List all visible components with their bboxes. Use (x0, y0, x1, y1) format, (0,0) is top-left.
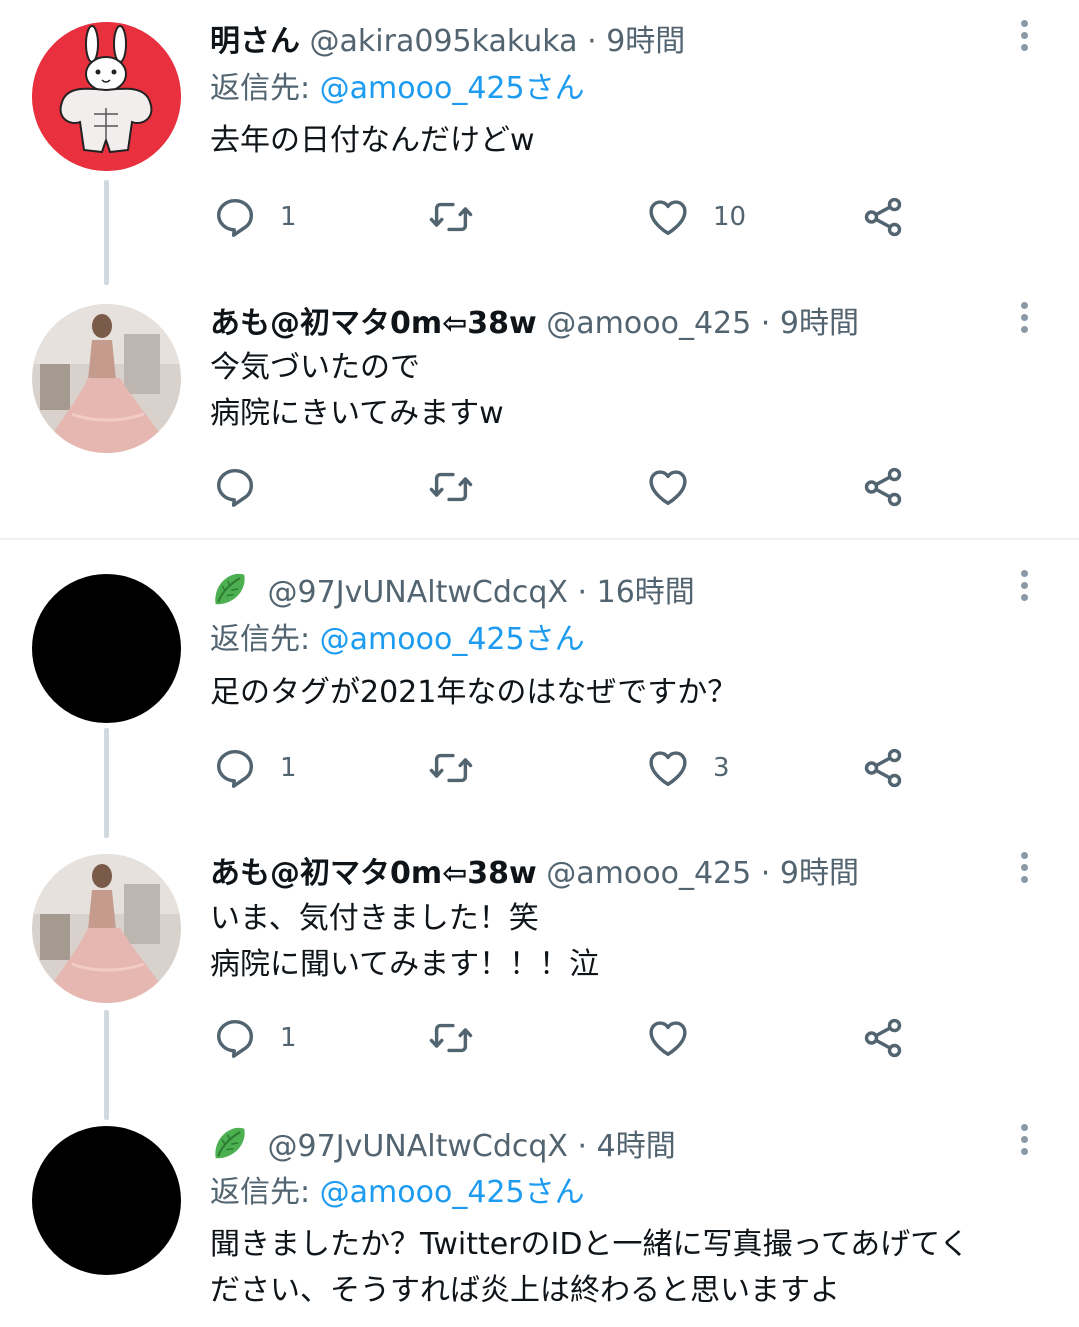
more-icon[interactable] (1016, 302, 1032, 342)
more-icon[interactable] (1016, 570, 1032, 610)
timestamp[interactable]: 9時間 (780, 856, 859, 891)
like-icon (645, 745, 691, 791)
reply-to-line: 返信先: @amooo_425さん (210, 618, 585, 662)
separator-dot: · (760, 306, 771, 341)
separator-dot: · (577, 575, 588, 610)
reply-mention-link[interactable]: @amooo_425さん (320, 71, 585, 106)
like-button[interactable]: 3 (645, 743, 730, 793)
display-name[interactable]: あも@初マタ0m⇦38w (210, 306, 537, 341)
user-handle[interactable]: @97JvUNAltwCdcqX (268, 575, 568, 610)
reply-icon (212, 745, 258, 791)
timestamp[interactable]: 9時間 (780, 306, 859, 341)
share-icon (860, 1015, 906, 1061)
timestamp[interactable]: 4時間 (597, 1129, 676, 1164)
more-icon[interactable] (1016, 1124, 1032, 1164)
user-handle[interactable]: @akira095kakuka (310, 24, 578, 59)
reply-count: 1 (280, 1023, 297, 1053)
reply-mention-link[interactable]: @amooo_425さん (320, 622, 585, 657)
retweet-button[interactable] (428, 1013, 474, 1063)
reply-count: 1 (280, 753, 297, 783)
retweet-button[interactable] (428, 192, 474, 242)
action-bar: 1 (0, 1013, 1079, 1063)
tweet-header: あも@初マタ0m⇦38w @amooo_425 · 9時間 (210, 302, 859, 346)
user-handle[interactable]: @amooo_425 (546, 306, 751, 341)
like-button[interactable]: 10 (645, 192, 746, 242)
share-button[interactable] (860, 1013, 906, 1063)
like-icon (645, 194, 691, 240)
tweet-header: 明さん @akira095kakuka · 9時間 (210, 20, 685, 64)
reply-mention-link[interactable]: @amooo_425さん (320, 1175, 585, 1210)
like-icon (645, 1015, 691, 1061)
timestamp[interactable]: 9時間 (606, 24, 685, 59)
separator-dot: · (587, 24, 597, 59)
separator-dot: · (760, 856, 771, 891)
tweet-header: @97JvUNAltwCdcqX · 16時間 (210, 570, 695, 614)
tweet-header: あも@初マタ0m⇦38w @amooo_425 · 9時間 (210, 852, 859, 896)
conversation-divider (0, 538, 1079, 540)
display-name[interactable]: あも@初マタ0m⇦38w (210, 856, 537, 891)
share-button[interactable] (860, 462, 906, 512)
avatar-black[interactable] (32, 574, 181, 723)
avatar-rabbit[interactable] (32, 22, 181, 171)
reply-prefix: 返信先: (210, 622, 320, 657)
reply-button[interactable]: 1 (212, 1013, 297, 1063)
reply-button[interactable]: 1 (212, 743, 297, 793)
timestamp[interactable]: 16時間 (597, 575, 695, 610)
action-bar: 1 10 (0, 192, 1079, 242)
avatar-dress-photo[interactable] (32, 854, 181, 1003)
leafy-green-emoji (210, 570, 248, 608)
tweet-text: 足のタグが2021年なのはなぜですか？ (210, 675, 738, 710)
like-count: 3 (713, 753, 730, 783)
action-bar: 1 3 (0, 743, 1079, 793)
share-icon (860, 194, 906, 240)
retweet-icon (428, 194, 474, 240)
tweet-header: @97JvUNAltwCdcqX · 4時間 (210, 1124, 676, 1168)
tweet-text: 聞きましたか？TwitterのIDと一緒に写真撮ってあげてく ださい、そうすれば… (210, 1227, 970, 1308)
share-button[interactable] (860, 743, 906, 793)
share-icon (860, 464, 906, 510)
retweet-icon (428, 464, 474, 510)
reply-count: 1 (280, 202, 297, 232)
action-bar (0, 462, 1079, 512)
reply-prefix: 返信先: (210, 71, 320, 106)
more-icon[interactable] (1016, 20, 1032, 60)
reply-icon (212, 194, 258, 240)
tweet-text: いま、気付きました！笑 病院に聞いてみます！！！泣 (210, 901, 600, 982)
reply-icon (212, 464, 258, 510)
reply-to-line: 返信先: @amooo_425さん (210, 1171, 585, 1215)
user-handle[interactable]: @97JvUNAltwCdcqX (268, 1129, 568, 1164)
like-button[interactable] (645, 1013, 691, 1063)
reply-button[interactable] (212, 462, 258, 512)
display-name[interactable]: 明さん (210, 24, 300, 59)
more-icon[interactable] (1016, 852, 1032, 892)
avatar-dress-photo[interactable] (32, 304, 181, 453)
retweet-icon (428, 745, 474, 791)
reply-prefix: 返信先: (210, 1175, 320, 1210)
like-button[interactable] (645, 462, 691, 512)
tweet-text: 今気づいたので 病院にきいてみますw (210, 350, 504, 431)
reply-icon (212, 1015, 258, 1061)
retweet-button[interactable] (428, 462, 474, 512)
retweet-button[interactable] (428, 743, 474, 793)
user-handle[interactable]: @amooo_425 (546, 856, 751, 891)
separator-dot: · (577, 1129, 588, 1164)
share-icon (860, 745, 906, 791)
retweet-icon (428, 1015, 474, 1061)
avatar-black[interactable] (32, 1126, 181, 1275)
like-icon (645, 464, 691, 510)
reply-button[interactable]: 1 (212, 192, 297, 242)
like-count: 10 (713, 202, 747, 232)
tweet-text: 去年の日付なんだけどw (210, 123, 535, 158)
reply-to-line: 返信先: @amooo_425さん (210, 67, 585, 111)
leafy-green-emoji (210, 1124, 248, 1162)
share-button[interactable] (860, 192, 906, 242)
